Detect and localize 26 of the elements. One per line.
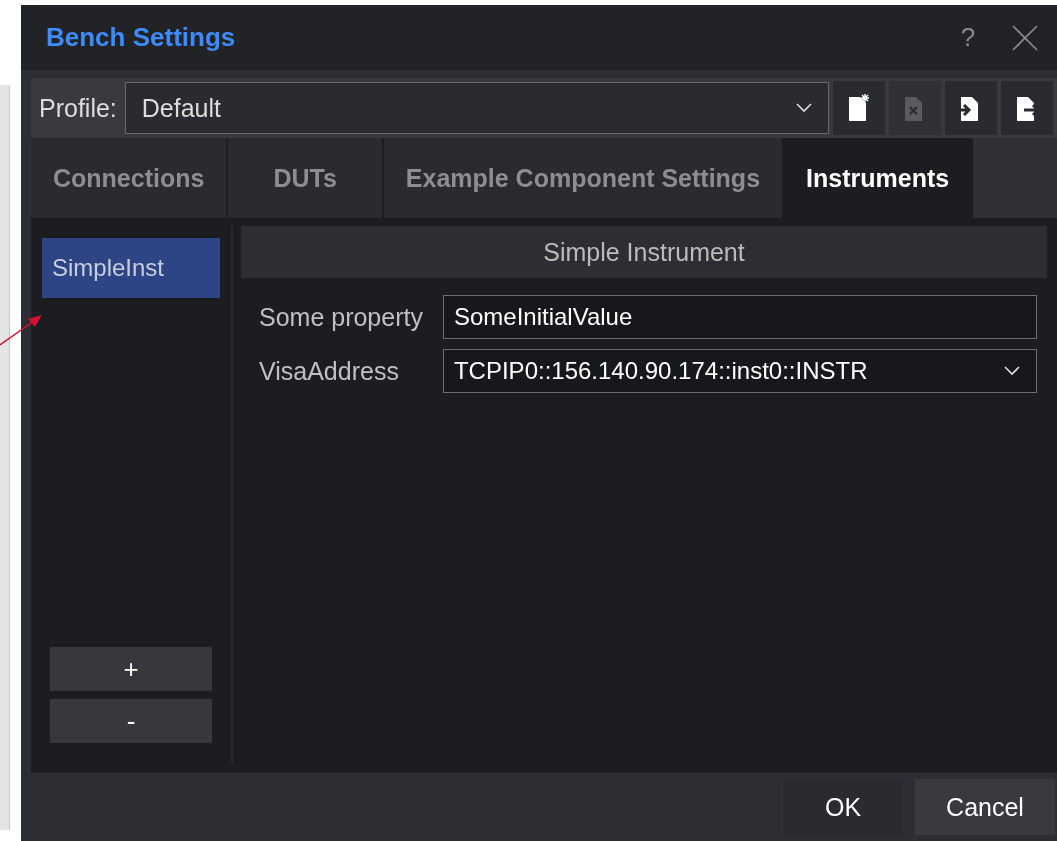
text-field[interactable]: SomeInitialValue bbox=[442, 295, 1037, 339]
tab[interactable]: Example Component Settings bbox=[383, 138, 785, 218]
new-document-icon bbox=[846, 93, 872, 123]
export-profile-button[interactable] bbox=[1001, 81, 1053, 135]
annotation-arrow bbox=[0, 313, 44, 347]
window-title: Bench Settings bbox=[46, 22, 237, 53]
close-icon bbox=[1012, 24, 1038, 51]
cancel-button[interactable]: Cancel bbox=[915, 779, 1055, 835]
help-button[interactable]: ? bbox=[943, 12, 993, 63]
tab[interactable]: Instruments bbox=[784, 138, 974, 218]
chevron-icon bbox=[796, 103, 812, 113]
new-profile-button[interactable] bbox=[833, 81, 885, 135]
chevron-icon bbox=[1004, 366, 1020, 376]
import-profile-button[interactable] bbox=[945, 81, 997, 135]
tab[interactable]: Connections bbox=[31, 138, 229, 218]
panel-header: Simple Instrument bbox=[241, 226, 1047, 278]
property-label: Some property bbox=[259, 302, 423, 332]
instrument-list-item[interactable]: SimpleInst bbox=[42, 238, 220, 298]
profile-label: Profile: bbox=[39, 93, 117, 123]
add-button[interactable]: + bbox=[50, 647, 212, 691]
profile-dropdown[interactable]: Default bbox=[124, 82, 829, 134]
ok-button[interactable]: OK bbox=[783, 779, 903, 835]
tab[interactable]: DUTs bbox=[228, 138, 384, 218]
property-label: VisaAddress bbox=[259, 356, 400, 386]
address-dropdown[interactable]: TCPIP0::156.140.90.174::inst0::INSTR bbox=[442, 349, 1037, 393]
remove-button[interactable]: - bbox=[50, 699, 212, 743]
